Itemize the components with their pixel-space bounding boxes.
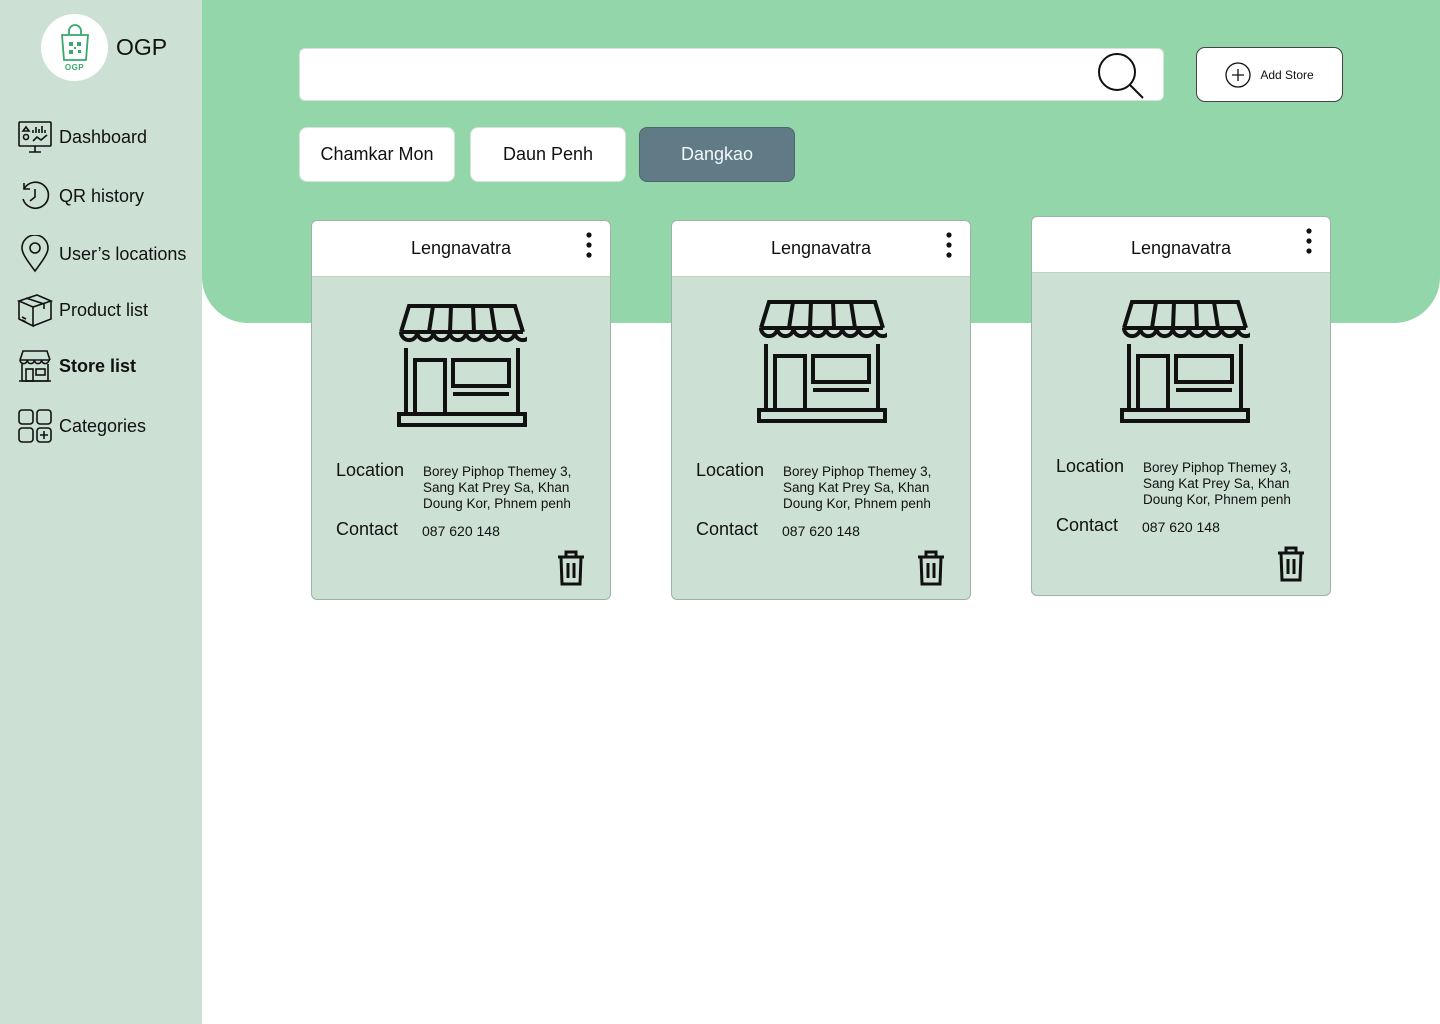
store-contact: 087 620 148 xyxy=(782,523,860,539)
store-location: Borey Piphop Themey 3, Sang Kat Prey Sa,… xyxy=(783,464,932,511)
sidebar-item-label: Product list xyxy=(59,299,149,320)
storefront-icon xyxy=(1120,300,1250,423)
store-location: Borey Piphop Themey 3, Sang Kat Prey Sa,… xyxy=(1143,460,1292,507)
sidebar-item-label: Store list xyxy=(59,355,137,376)
store-card-header: Lengnavatra xyxy=(672,221,970,277)
contact-label: Contact xyxy=(1056,515,1119,535)
sidebar-item-store-list[interactable]: Store list xyxy=(16,346,136,386)
logo-text: OGP xyxy=(64,62,85,72)
sidebar-item-categories[interactable]: Categories xyxy=(16,406,146,446)
store-location: Borey Piphop Themey 3, Sang Kat Prey Sa,… xyxy=(423,464,572,511)
sidebar-item-label: Categories xyxy=(59,415,147,436)
store-card-header: Lengnavatra xyxy=(312,221,610,277)
tab-daun-penh[interactable]: Daun Penh xyxy=(470,127,626,182)
location-pin-icon xyxy=(16,235,54,273)
store-card[interactable]: Lengnavatra Location Borey Piphop Themey… xyxy=(671,220,971,600)
brand[interactable]: OGP OGP xyxy=(41,14,167,81)
store-card-header: Lengnavatra xyxy=(1032,217,1330,273)
sidebar-item-users-locations[interactable]: User’s locations xyxy=(16,234,186,274)
store-card[interactable]: Lengnavatra Location Borey Piphop Themey… xyxy=(1031,216,1331,596)
contact-label: Contact xyxy=(336,519,399,539)
add-store-label: Add Store xyxy=(1260,67,1314,82)
trash-icon[interactable] xyxy=(1275,545,1307,583)
trash-icon[interactable] xyxy=(555,549,587,587)
sidebar: OGP OGP Dashboard QR history User’s loca… xyxy=(0,0,202,1024)
contact-label: Contact xyxy=(696,519,759,539)
store-contact: 087 620 148 xyxy=(1142,519,1220,535)
sidebar-item-dashboard[interactable]: Dashboard xyxy=(16,117,147,157)
storefront-icon xyxy=(757,300,887,423)
location-label: Location xyxy=(696,460,765,480)
sidebar-item-label: QR history xyxy=(59,185,145,206)
dashboard-icon xyxy=(16,118,54,156)
search-icon[interactable] xyxy=(1097,52,1145,100)
box-icon xyxy=(16,291,54,329)
sidebar-item-label: User’s locations xyxy=(59,243,187,264)
more-vertical-icon[interactable] xyxy=(578,230,600,260)
storefront-icon xyxy=(397,304,527,427)
location-label: Location xyxy=(1056,456,1125,476)
search-bar xyxy=(299,48,1164,101)
store-name: Lengnavatra xyxy=(770,238,872,258)
more-vertical-icon[interactable] xyxy=(938,230,960,260)
trash-icon[interactable] xyxy=(915,549,947,587)
store-name: Lengnavatra xyxy=(1130,238,1232,258)
app-logo: OGP xyxy=(41,14,108,81)
store-name: Lengnavatra xyxy=(410,238,512,258)
tab-dangkao[interactable]: Dangkao xyxy=(639,127,795,182)
tab-chamkar-mon[interactable]: Chamkar Mon xyxy=(299,127,455,182)
location-label: Location xyxy=(336,460,405,480)
history-icon xyxy=(16,177,54,215)
store-card[interactable]: Lengnavatra Location Borey Piphop Themey… xyxy=(311,220,611,600)
plus-circle-icon xyxy=(1225,61,1251,88)
app-name: OGP xyxy=(116,34,168,60)
sidebar-item-qr-history[interactable]: QR history xyxy=(16,176,144,216)
store-contact: 087 620 148 xyxy=(422,523,500,539)
more-vertical-icon[interactable] xyxy=(1298,226,1320,256)
store-icon xyxy=(16,347,54,385)
sidebar-item-label: Dashboard xyxy=(59,126,148,147)
sidebar-item-product-list[interactable]: Product list xyxy=(16,290,148,330)
categories-grid-icon xyxy=(16,407,54,445)
shopping-bag-logo-icon xyxy=(60,23,89,61)
search-input[interactable] xyxy=(316,49,1086,100)
add-store-button[interactable]: Add Store xyxy=(1196,47,1343,102)
